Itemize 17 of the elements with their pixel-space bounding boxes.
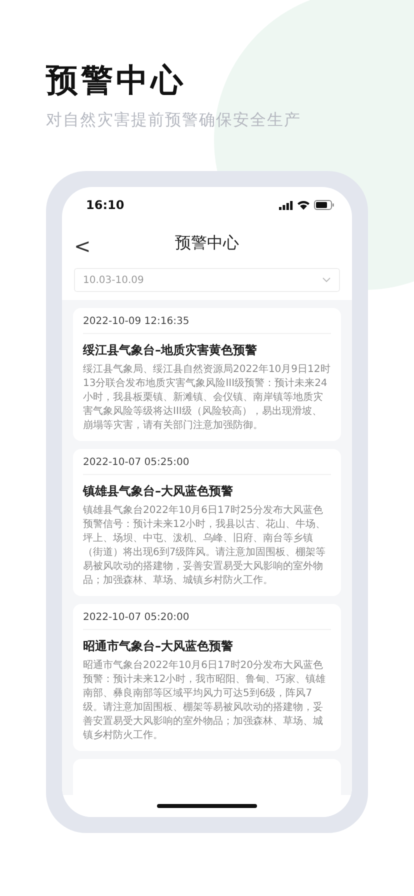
back-button[interactable]: <	[70, 234, 95, 258]
alert-text: 绥江县气象局、绥江县自然资源局2022年10月9日12时13分联合发布地质灾害气象风险III级预警：预计未来24小时，我县板栗镇、新滩镇、会仪镇、南岸镇等地质灾害气象风险等级将达III级（风险较高），易出现滑坡、崩塌等灾害，请有关部门注意加强防御。	[83, 363, 331, 433]
headline: 预警中心	[46, 60, 187, 100]
alert-title: 镇雄县气象台–大风蓝色预警	[83, 483, 234, 500]
screen-title: 预警中心	[175, 232, 239, 254]
alert-card[interactable]: 2022-10-09 12:16:35 绥江县气象台–地质灾害黄色预警 绥江县气象局、绥江县自然资源局2022年10月9日12时13分联合发布地质灾害气象风险III级预警：预计未来24小时，我县板栗镇、新滩镇、会仪镇、南岸镇等地质灾害气象风险等级将达III级（风险较高），易出现滑坡、崩塌等灾害，请有关部门注意加强防御。	[73, 308, 341, 441]
alert-time: 2022-10-09 12:16:35	[83, 316, 331, 334]
subtitle: 对自然灾害提前预警确保安全生产	[46, 110, 302, 131]
alert-time: 2022-10-07 05:20:00	[83, 612, 331, 630]
alert-card[interactable]: 2022-10-07 05:20:00 昭通市气象台–大风蓝色预警 昭通市气象台2022年10月6日17时20分发布大风蓝色预警：预计未来12小时，我市昭阳、鲁甸、巧家、镇雄南部、彝良南部等区域平均风力可达5到6级，阵风7级。请注意加固围板、棚架等易被风吹动的搭建物，妥善安置易受大风影响的室外物品；加强森林、草场、城镇乡村防火工作。	[73, 604, 341, 751]
alert-title: 绥江县气象台–地质灾害黄色预警	[83, 342, 258, 359]
alert-text: 昭通市气象台2022年10月6日17时20分发布大风蓝色预警：预计未来12小时，我市昭阳、鲁甸、巧家、镇雄南部、彝良南部等区域平均风力可达5到6级，阵风7级。请注意加固围板、棚架等易被风吹动的搭建物，妥善安置易受大风影响的室外物品；加强森林、草场、城镇乡村防火工作。	[83, 659, 327, 743]
alert-time: 2022-10-07 05:25:00	[83, 457, 331, 475]
alert-card[interactable]: 2022-10-07 05:25:00 镇雄县气象台–大风蓝色预警 镇雄县气象台2022年10月6日17时25分发布大风蓝色预警信号：预计未来12小时，我县以古、花山、牛场、坪上、场坝、中屯、泼机、乌峰、旧府、南台等乡镇（街道）将出现6到7级阵风。请注意加固围板、棚架等易被风吹动的搭建物，妥善安置易受大风影响的室外物品；加强森林、草场、城镇乡村防火工作。	[73, 449, 341, 596]
alert-text: 镇雄县气象台2022年10月6日17时25分发布大风蓝色预警信号：预计未来12小时，我县以古、花山、牛场、坪上、场坝、中屯、泼机、乌峰、旧府、南台等乡镇（街道）将出现6到7级阵风。请注意加固围板、棚架等易被风吹动的搭建物，妥善安置易受大风影响的室外物品；加强森林、草场、城镇乡村防火工作。	[83, 504, 327, 588]
status-time: 16:10	[86, 198, 124, 212]
alert-title: 昭通市气象台–大风蓝色预警	[83, 638, 234, 655]
